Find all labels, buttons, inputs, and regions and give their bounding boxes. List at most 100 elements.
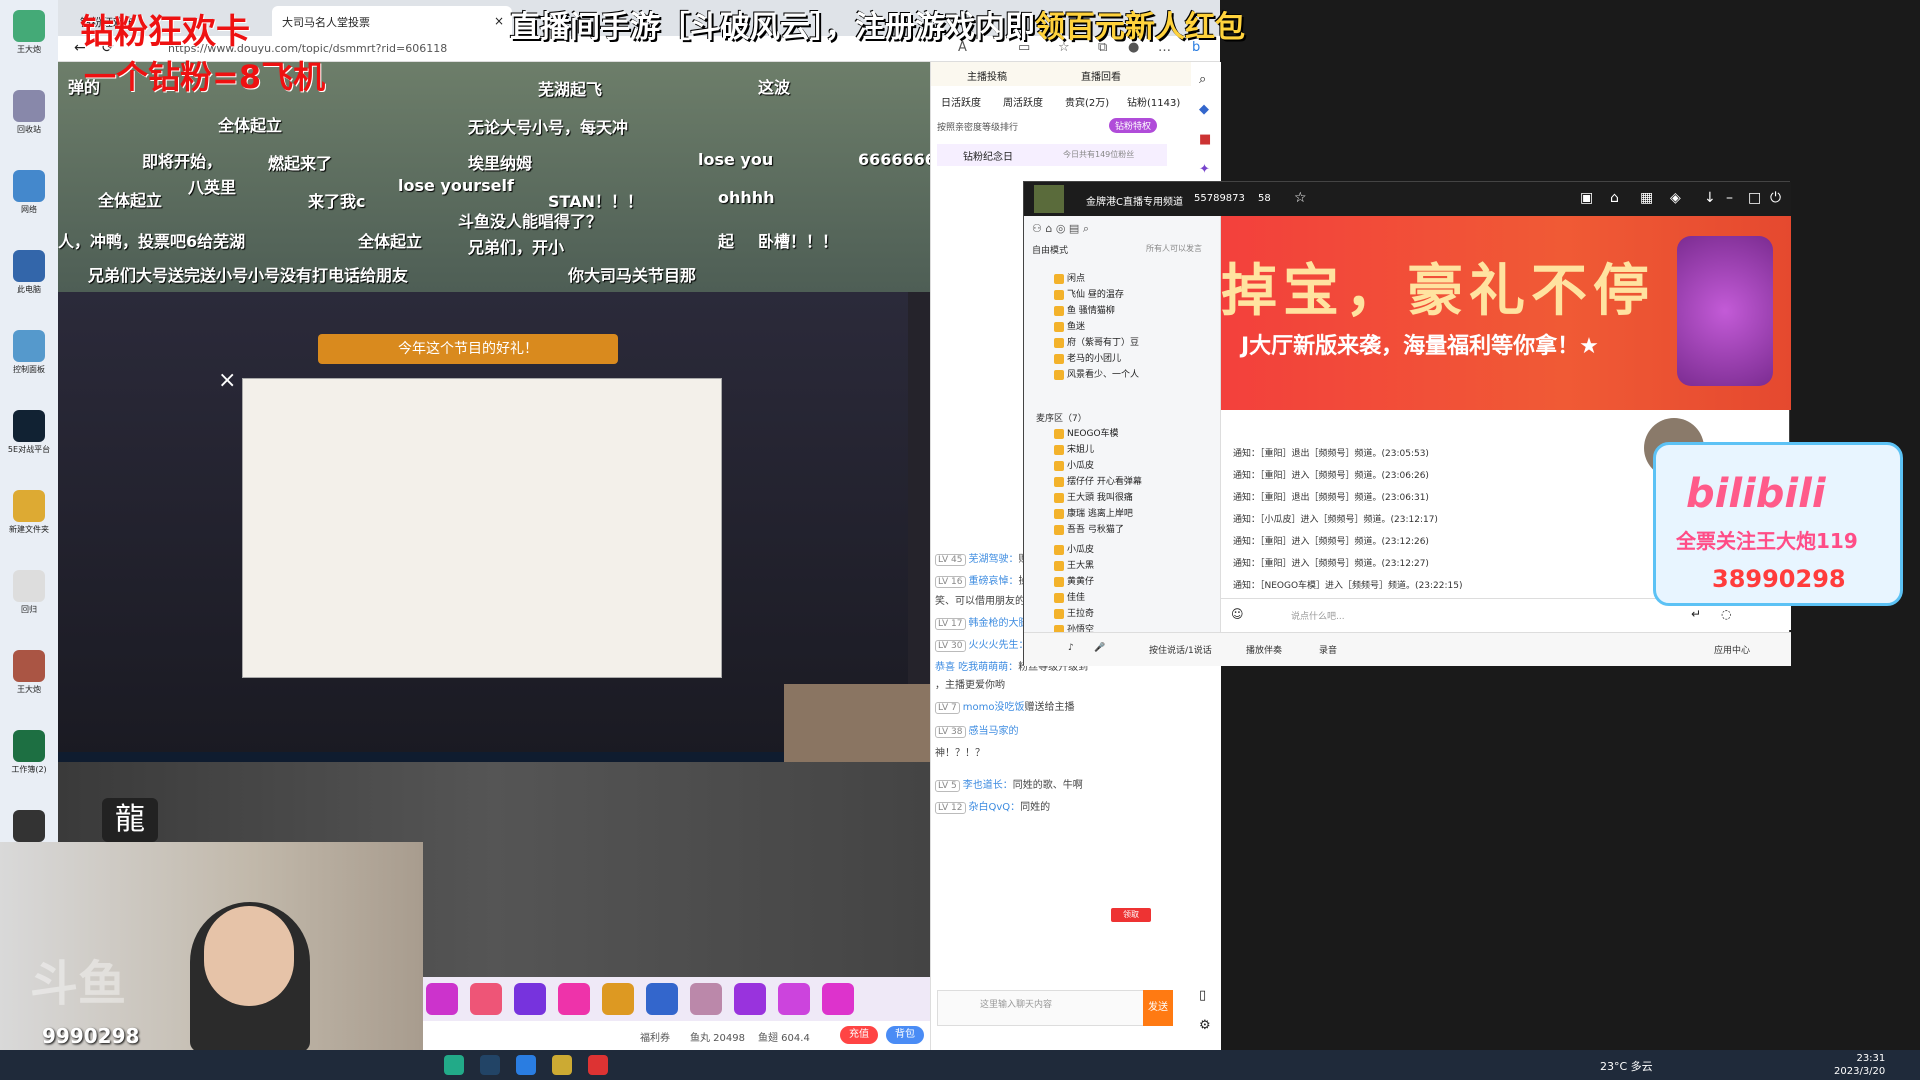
member-row[interactable]: 府（紫哥有丁）豆	[1054, 335, 1214, 348]
member-row[interactable]: 闲点	[1054, 271, 1214, 284]
app-center-button[interactable]: 应用中心	[1714, 643, 1750, 656]
chat-input[interactable]: 这里输入聊天内容	[937, 990, 1173, 1026]
gear-icon[interactable]: ⚙	[1199, 1018, 1211, 1033]
member-row[interactable]: 黄黄仔	[1054, 574, 1214, 587]
desktop-icon[interactable]: 王大炮	[0, 10, 58, 55]
member-row[interactable]: 飞仙 昼的温存	[1054, 287, 1214, 300]
member-row[interactable]: 王大頭 我叫很痛	[1054, 490, 1214, 503]
member-row[interactable]: 佳佳	[1054, 590, 1214, 603]
receive-button[interactable]: 领取	[1111, 908, 1151, 922]
desktop-icon[interactable]: 工作簿(2)	[0, 730, 58, 775]
microphone-icon[interactable]: 🎤	[1094, 643, 1105, 653]
steam-icon[interactable]	[480, 1055, 500, 1075]
star-icon[interactable]: ☆	[1294, 190, 1307, 206]
puzzle-icon[interactable]: ✦	[1199, 162, 1210, 177]
push-to-talk-toggle[interactable]: 按住说话/1说话	[1149, 643, 1212, 656]
chat-username[interactable]: 感当马家的	[969, 726, 1019, 737]
member-row[interactable]: 风景看少、一个人	[1054, 367, 1214, 380]
member-row[interactable]: 吾吾 弓秋猫了	[1054, 522, 1214, 535]
gift-item[interactable]	[470, 983, 502, 1015]
gift-icon[interactable]: ■	[1199, 132, 1211, 147]
member-name: 康瑞 逃离上岸吧	[1067, 509, 1133, 519]
clock[interactable]: 23:31 2023/3/20	[1834, 1052, 1885, 1078]
chat-username[interactable]: 杂白QvQ：	[969, 802, 1021, 813]
maximize-icon[interactable]: □	[1748, 190, 1761, 206]
chat-username[interactable]: momo没吃饭	[963, 702, 1025, 713]
chat-username[interactable]: 重磅哀悼：	[969, 576, 1019, 587]
desktop-icon[interactable]: 新建文件夹	[0, 490, 58, 535]
gift-item[interactable]	[690, 983, 722, 1015]
crown-icon	[1054, 576, 1064, 587]
welfare-label[interactable]: 福利券	[640, 1029, 670, 1044]
desktop-icon[interactable]: 回收站	[0, 90, 58, 135]
app-icon[interactable]	[444, 1055, 464, 1075]
screen-icon[interactable]: ▣	[1580, 190, 1593, 206]
sidebar-toggle-icon[interactable]: ▯	[1199, 988, 1206, 1003]
banner-highlight: 领百元新人红包	[1035, 10, 1245, 45]
banner-subtitle: J大厅新版来袭，海量福利等你拿！★	[1241, 334, 1599, 359]
member-row[interactable]: 小瓜皮	[1054, 458, 1214, 471]
gift-item[interactable]	[514, 983, 546, 1015]
message-input[interactable]: 说点什么吧...	[1291, 609, 1345, 622]
app-icon[interactable]	[552, 1055, 572, 1075]
toolbar-icons[interactable]: ⚇ ⌂ ◎ ▤ ⌕	[1032, 222, 1089, 236]
member-row[interactable]: 小瓜皮	[1054, 542, 1214, 555]
chat-bubble-icon[interactable]: ◌	[1721, 607, 1731, 621]
gift-item[interactable]	[602, 983, 634, 1015]
emoji-icon[interactable]: ☺	[1231, 607, 1244, 621]
live-video[interactable]: 弹的 芜湖起飞 这波 全体起立 无论大号小号，每天冲 即将开始， 燃起来了 埃里纳姆 lose …	[58, 62, 930, 762]
crown-icon	[1054, 428, 1064, 439]
member-list: ⚇ ⌂ ◎ ▤ ⌕ 自由模式 所有人可以发言 麦序区（7） 闲点 飞仙 昼的温存鱼…	[1024, 216, 1221, 635]
desktop-icon[interactable]: 王大炮	[0, 650, 58, 695]
member-row[interactable]: 鱼迷	[1054, 319, 1214, 332]
download-icon[interactable]: ↓	[1704, 190, 1716, 206]
accompaniment-button[interactable]: 播放伴奏	[1246, 643, 1282, 656]
gamepad-icon[interactable]: ◈	[1670, 190, 1681, 206]
gift-item[interactable]	[558, 983, 590, 1015]
home-icon[interactable]: ⌂	[1610, 190, 1619, 206]
desktop-icon[interactable]: 此电脑	[0, 250, 58, 295]
member-row[interactable]: 王大黑	[1054, 558, 1214, 571]
group-header[interactable]: 麦序区（7）	[1036, 411, 1087, 424]
enter-icon[interactable]: ↵	[1691, 607, 1701, 621]
gift-item[interactable]	[734, 983, 766, 1015]
app-icon[interactable]	[588, 1055, 608, 1075]
search-icon[interactable]: ⌕	[1199, 72, 1206, 87]
desktop-icon[interactable]: 网络	[0, 170, 58, 215]
close-icon[interactable]: ×	[494, 14, 504, 28]
chat-username[interactable]: 李也道长：	[963, 780, 1013, 791]
speaker-icon[interactable]: ♪	[1068, 643, 1074, 653]
member-row[interactable]: 老马的小团儿	[1054, 351, 1214, 364]
chat-username[interactable]: 火火火先生：	[969, 640, 1029, 651]
desktop-icon[interactable]: 5E对战平台	[0, 410, 58, 455]
gift-item[interactable]	[778, 983, 810, 1015]
desktop-icon[interactable]: 控制面板	[0, 330, 58, 375]
member-row[interactable]: 康瑞 逃离上岸吧	[1054, 506, 1214, 519]
gift-item[interactable]	[426, 983, 458, 1015]
send-button[interactable]: 发送	[1143, 990, 1173, 1026]
chat-text: 同姓的	[1020, 802, 1051, 813]
member-row[interactable]: 王拉奇	[1054, 606, 1214, 619]
power-icon[interactable]: ⏻	[1770, 190, 1781, 206]
promo-banner[interactable]: 掉宝，豪礼不停 J大厅新版来袭，海量福利等你拿！★	[1221, 216, 1791, 410]
chat-username[interactable]: 恭喜 吃我萌萌萌：	[935, 662, 1018, 673]
edge-icon[interactable]	[516, 1055, 536, 1075]
backpack-button[interactable]: 背包	[886, 1026, 924, 1044]
member-row[interactable]: 宋姐儿	[1054, 442, 1214, 455]
gift-item[interactable]	[822, 983, 854, 1015]
member-row[interactable]: NEOGO车模	[1054, 426, 1214, 439]
danmaku-comment: ohhhh	[718, 188, 775, 207]
weather-widget[interactable]: 23°C 多云	[1600, 1058, 1653, 1074]
overlay-red-title: 钻粉狂欢卡	[80, 12, 250, 52]
gift-item[interactable]	[646, 983, 678, 1015]
chat-username[interactable]: 芜湖驾驶：	[969, 554, 1019, 565]
desktop-icon[interactable]: 回归	[0, 570, 58, 615]
minimize-icon[interactable]: –	[1726, 190, 1733, 206]
recharge-button[interactable]: 充值	[840, 1026, 878, 1044]
member-row[interactable]: 鱼 骚情猫柳	[1054, 303, 1214, 316]
tab-vote[interactable]: 大司马名人堂投票 ×	[272, 6, 512, 36]
shield-icon[interactable]: ◆	[1199, 102, 1209, 117]
member-row[interactable]: 摆仔仔 开心看弹幕	[1054, 474, 1214, 487]
grid-icon[interactable]: ▦	[1640, 190, 1653, 206]
record-button[interactable]: 录音	[1319, 643, 1337, 656]
